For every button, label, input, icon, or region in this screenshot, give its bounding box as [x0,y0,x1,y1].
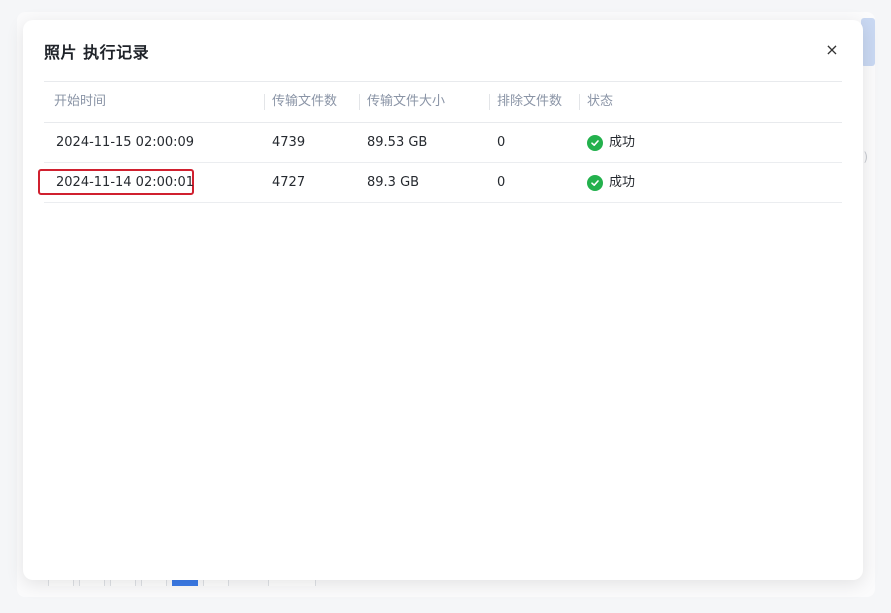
column-header-excluded[interactable]: 排除文件数 [488,82,562,122]
status-text: 成功 [609,175,636,190]
table-header: 开始时间 传输文件数 传输文件大小 排除文件数 状态 [44,81,842,123]
column-header-start-time[interactable]: 开始时间 [54,82,106,122]
dialog-title: 照片 执行记录 [44,43,150,62]
check-circle-icon [587,174,603,191]
background-accent-button [861,18,875,66]
close-icon: × [825,39,839,59]
cell-excluded: 0 [497,135,506,150]
column-header-status[interactable]: 状态 [578,82,613,122]
column-header-file-count[interactable]: 传输文件数 [263,82,337,122]
cell-file-size: 89.3 GB [367,175,420,190]
record-table: 开始时间 传输文件数 传输文件大小 排除文件数 状态 2024-11-15 02… [38,81,842,203]
cell-status: 成功 [587,123,635,162]
status-text: 成功 [609,135,636,150]
table-row[interactable]: 2024-11-15 02:00:09 4739 89.53 GB 0 成功 [44,123,842,163]
cell-start-time: 2024-11-15 02:00:09 [56,135,195,150]
column-header-file-size[interactable]: 传输文件大小 [358,82,445,122]
cell-file-count: 4739 [272,135,306,150]
check-circle-icon [587,134,603,151]
cell-start-time: 2024-11-14 02:00:01 [56,175,195,190]
background-glyph: ) [863,150,868,164]
execution-record-dialog: 照片 执行记录 × 开始时间 传输文件数 传输文件大小 排除文件数 状态 202… [23,20,863,580]
table-row[interactable]: 2024-11-14 02:00:01 4727 89.3 GB 0 成功 [38,163,842,203]
close-button[interactable]: × [823,39,841,59]
cell-status: 成功 [587,163,635,202]
cell-file-size: 89.53 GB [367,135,428,150]
cell-file-count: 4727 [272,175,306,190]
cell-excluded: 0 [497,175,506,190]
